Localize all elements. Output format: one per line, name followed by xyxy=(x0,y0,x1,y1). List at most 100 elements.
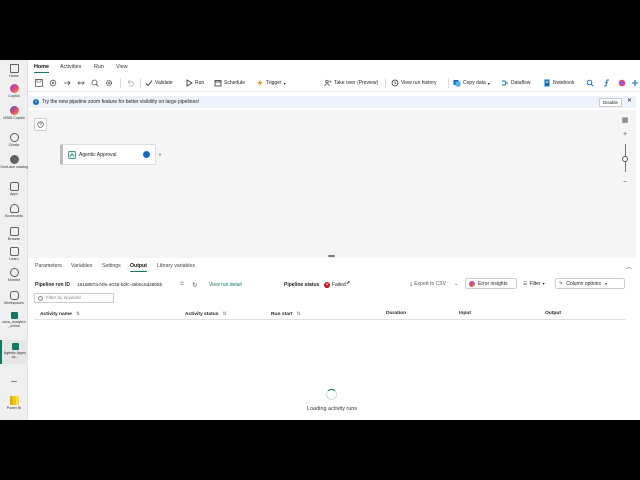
expand-button[interactable] xyxy=(77,78,87,88)
tab-settings[interactable]: Settings xyxy=(102,263,121,269)
info-icon: i xyxy=(33,99,39,105)
dataflow-button[interactable]: Dataflow xyxy=(501,78,530,88)
nav-apps[interactable]: Apps xyxy=(0,182,28,198)
column-header-activity-status[interactable]: Activity status ⇅ xyxy=(185,311,227,317)
apps-icon xyxy=(9,182,19,191)
tab-output[interactable]: Output xyxy=(130,263,147,272)
save-button[interactable] xyxy=(35,78,45,88)
pipeline-canvas[interactable]: Agentic Approval ▾ ▦ + − xyxy=(28,110,636,258)
nav-workspaces[interactable]: Workspaces xyxy=(0,291,28,307)
copilot-icon xyxy=(469,280,475,287)
zoom-out-button[interactable]: − xyxy=(619,178,631,188)
chevron-down-icon: ▾ xyxy=(283,80,286,86)
history-icon xyxy=(391,79,399,87)
column-options-button[interactable]: ✎ Column options ▾ xyxy=(555,278,625,289)
export-options-chevron-icon[interactable]: ⌄ xyxy=(451,278,461,289)
search-button[interactable] xyxy=(586,78,596,88)
output-panel: Parameters Variables Settings Output Lib… xyxy=(28,260,636,420)
validate-button[interactable]: Validate xyxy=(145,78,173,88)
column-header-output[interactable]: Output xyxy=(545,311,561,316)
tab-parameters[interactable]: Parameters xyxy=(35,263,62,269)
tab-home[interactable]: Home xyxy=(34,64,49,73)
panel-resize-handle[interactable] xyxy=(328,255,335,257)
move-icon xyxy=(64,80,71,86)
tab-view[interactable]: View xyxy=(116,64,128,70)
status-info-icon[interactable]: ⬈ xyxy=(346,280,350,286)
canvas-help-button[interactable] xyxy=(34,118,47,131)
notebook-icon xyxy=(544,79,550,87)
tab-activities[interactable]: Activities xyxy=(60,64,81,70)
column-header-run-start[interactable]: Run start ⇅ xyxy=(271,311,301,317)
tab-run[interactable]: Run xyxy=(94,64,104,70)
activity-name: Agentic Approval xyxy=(79,152,117,158)
column-header-activity-name[interactable]: Activity name ⇅ xyxy=(40,311,80,317)
undo-button[interactable] xyxy=(126,78,136,88)
search-icon xyxy=(586,79,594,87)
filter-keyword-input[interactable]: Filter by keyword xyxy=(34,293,114,303)
nav-create[interactable]: Create xyxy=(0,133,28,149)
nav-learn[interactable]: Learn xyxy=(0,247,28,263)
view-run-detail-link[interactable]: View run detail xyxy=(209,282,242,288)
export-csv-button[interactable]: ⤓ Export to CSV xyxy=(407,278,449,289)
zoom-control: ▦ + − xyxy=(619,116,631,190)
nav-power-bi[interactable]: Power BI xyxy=(0,396,28,418)
function-icon xyxy=(604,79,609,87)
take-over-button[interactable]: Take over (Preview) xyxy=(324,78,378,88)
run-button[interactable]: Run xyxy=(185,78,204,88)
tab-variables[interactable]: Variables xyxy=(71,263,92,269)
nav-workspace-zava[interactable]: zava_analytics_online xyxy=(0,312,28,336)
nav-monitor[interactable]: Monitor xyxy=(0,268,28,284)
refresh-icon[interactable]: ↻ xyxy=(192,281,197,289)
view-run-history-button[interactable]: View run history xyxy=(391,78,436,88)
notebook-button[interactable]: Notebook xyxy=(543,78,574,88)
filter-button[interactable]: ☰ Filter ▾ xyxy=(520,278,548,289)
error-insights-button[interactable]: Error insights xyxy=(465,278,517,289)
m365-copilot-icon xyxy=(9,106,19,115)
nav-onelake-catalog[interactable]: OneLake catalog xyxy=(0,155,28,177)
nav-home[interactable]: Home xyxy=(0,64,28,82)
workspace-icon xyxy=(10,312,18,319)
calendar-icon xyxy=(214,80,222,87)
nav-m365-copilot[interactable]: M365 Copilot xyxy=(0,106,28,128)
activity-expand-chevron-icon[interactable]: ▾ xyxy=(159,152,161,157)
nav-agentic-approval[interactable]: Agentic Approva... xyxy=(0,340,28,364)
function-button[interactable] xyxy=(602,78,612,88)
column-header-duration[interactable]: Duration xyxy=(386,311,406,316)
chevron-up-icon[interactable]: ︿ xyxy=(626,262,632,271)
zoom-slider-handle[interactable] xyxy=(622,156,628,162)
monitor-icon xyxy=(9,268,19,277)
trigger-button[interactable]: Trigger ▾ xyxy=(256,78,286,88)
agent-icon xyxy=(68,151,76,159)
table-header-divider xyxy=(34,319,626,320)
schedule-button[interactable]: Schedule xyxy=(214,78,245,88)
zoom-in-button[interactable]: + xyxy=(619,130,631,140)
close-icon[interactable]: ✕ xyxy=(627,98,632,105)
more-tools-button[interactable] xyxy=(631,78,640,88)
loading-text: Loading activity runs xyxy=(306,406,358,412)
tools-icon xyxy=(632,80,638,86)
nav-copilot[interactable]: Copilot xyxy=(0,84,28,102)
nav-more[interactable]: ... xyxy=(0,369,28,384)
save-icon xyxy=(35,79,43,87)
zoom-fit-button[interactable] xyxy=(91,78,101,88)
column-header-input[interactable]: Input xyxy=(459,311,471,316)
activity-node[interactable]: Agentic Approval xyxy=(60,144,156,165)
workspaces-icon xyxy=(9,291,19,300)
toolbar-divider xyxy=(140,78,141,88)
gear-button[interactable] xyxy=(105,78,115,88)
pipeline-status-label: Pipeline status xyxy=(284,282,320,288)
settings-button[interactable] xyxy=(49,78,59,88)
filter-icon: ☰ xyxy=(523,280,528,287)
copy-icon[interactable]: ⧉ xyxy=(180,281,184,288)
disable-button[interactable]: Disable xyxy=(598,97,622,107)
activity-status-icon xyxy=(143,151,150,158)
tab-library-variables[interactable]: Library variables xyxy=(157,263,195,269)
copilot-button[interactable] xyxy=(618,78,628,88)
ribbon-toolbar: Validate Run Schedule Trigger ▾ Take over… xyxy=(28,74,640,92)
copy-data-button[interactable]: Copy data ▾ xyxy=(453,78,490,88)
nav-browse[interactable]: Browse xyxy=(0,227,28,243)
browse-icon xyxy=(9,227,19,236)
move-button[interactable] xyxy=(63,78,73,88)
nav-scorecards[interactable]: Scorecards xyxy=(0,204,28,222)
grid-view-icon[interactable]: ▦ xyxy=(619,116,631,126)
